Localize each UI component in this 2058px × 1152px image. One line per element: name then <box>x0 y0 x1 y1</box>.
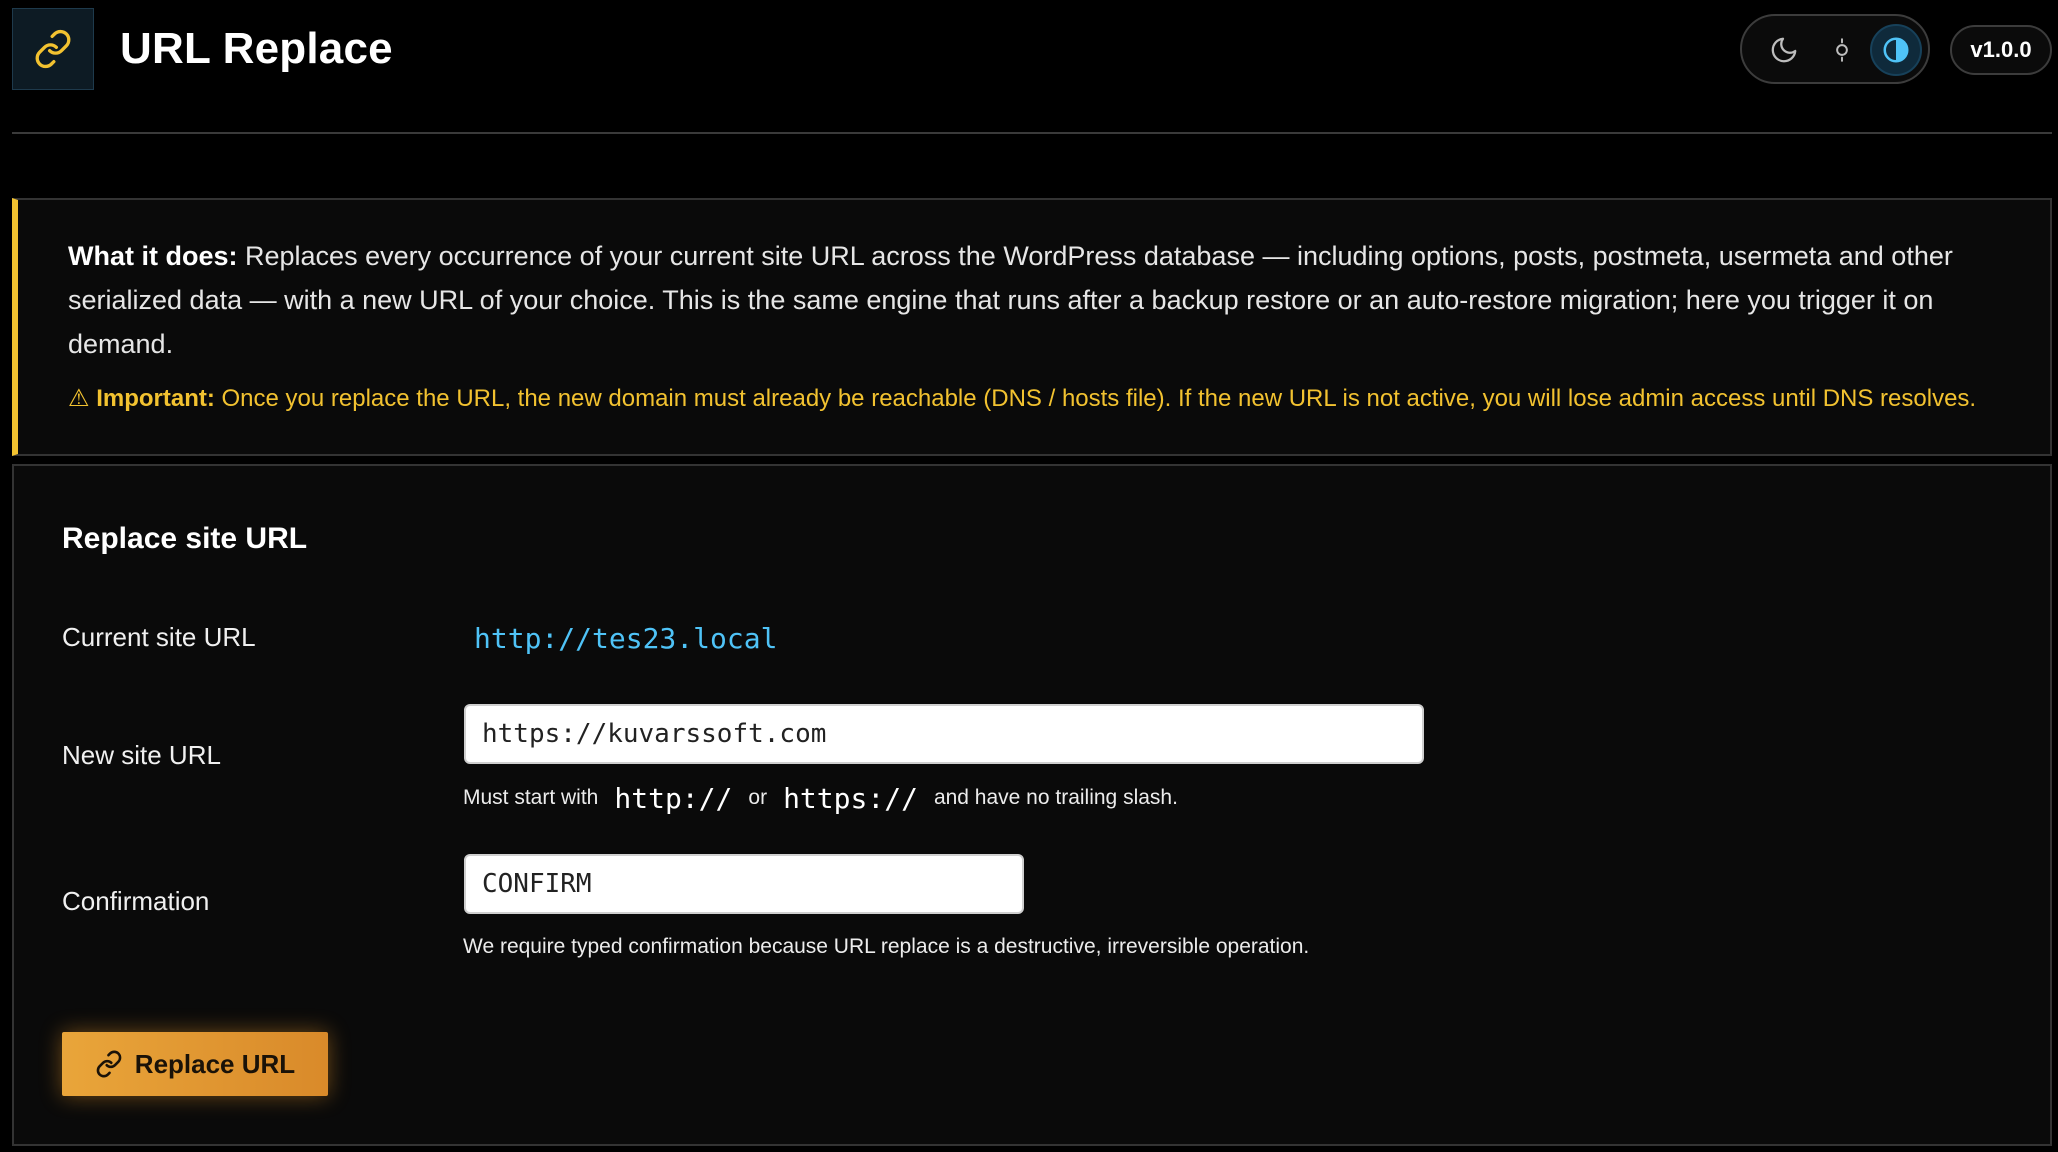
notice-warning: ⚠ Important: Once you replace the URL, t… <box>68 384 2048 413</box>
new-url-label: New site URL <box>62 740 221 770</box>
notice-description: What it does: Replaces every occurrence … <box>68 234 2028 366</box>
app-logo <box>12 8 94 90</box>
current-url-label: Current site URL <box>62 622 256 652</box>
contrast-icon <box>1883 37 1909 63</box>
notice-important-text: Once you replace the URL, the new domain… <box>214 385 1977 412</box>
notice-important-label: Important: <box>96 385 215 412</box>
confirmation-label: Confirmation <box>62 886 210 916</box>
moon-icon <box>1771 37 1797 63</box>
theme-light-button[interactable] <box>1816 24 1868 76</box>
replace-url-card: Replace site URL Current site URL http:/… <box>12 464 2052 1146</box>
link-icon <box>96 1050 122 1078</box>
confirmation-hint: We require typed confirmation because UR… <box>463 935 1310 958</box>
card-title: Replace site URL <box>62 522 308 555</box>
new-url-hint: Must start with http:// or https:// and … <box>463 780 1178 816</box>
link-icon <box>35 29 71 69</box>
hint-suffix: and have no trailing slash. <box>933 786 1178 809</box>
hint-code-https: https:// <box>783 781 918 815</box>
notice-what-text: Replaces every occurrence of your curren… <box>68 241 1953 359</box>
theme-switcher <box>1740 14 1930 84</box>
app-header: URL Replace v1.0.0 <box>12 8 2052 134</box>
info-notice: What it does: Replaces every occurrence … <box>12 198 2052 456</box>
replace-url-button[interactable]: Replace URL <box>62 1032 328 1096</box>
hint-prefix: Must start with <box>463 786 599 809</box>
hint-or: or <box>748 786 768 809</box>
version-badge: v1.0.0 <box>1950 25 2052 75</box>
theme-contrast-button[interactable] <box>1870 24 1922 76</box>
notice-what-label: What it does: <box>68 241 238 271</box>
sun-icon <box>1836 38 1848 62</box>
replace-url-button-label: Replace URL <box>134 1048 296 1079</box>
new-url-input[interactable] <box>464 704 1424 764</box>
page-title: URL Replace <box>120 24 393 73</box>
warning-icon: ⚠ <box>68 385 90 412</box>
hint-code-http: http:// <box>614 781 733 815</box>
confirmation-input[interactable] <box>464 854 1024 914</box>
theme-dark-button[interactable] <box>1758 24 1810 76</box>
current-url-value: http://tes23.local <box>474 622 778 655</box>
